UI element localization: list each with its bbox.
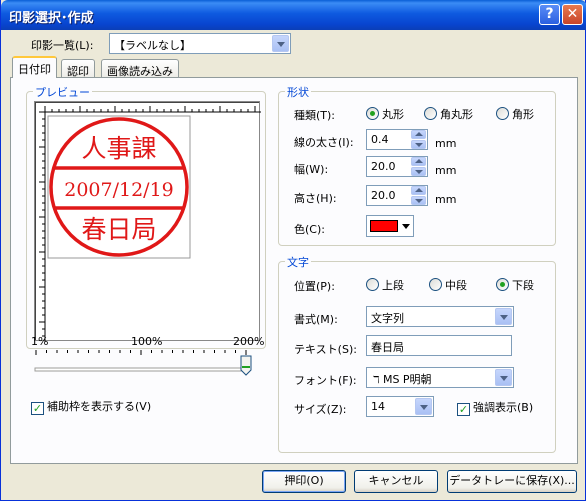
preview-drawing: 人事課 2007/12/19 春日局 — [39, 106, 261, 342]
stamp-date-text: 2007/12/19 — [64, 179, 174, 201]
height-label: 高さ(H): — [294, 192, 337, 205]
dialog-window: 印影選択･作成 ? ✕ 印影一覧(L): 【ラベルなし】 日付印 認印 画像読み… — [0, 0, 586, 501]
width-spinner[interactable]: 20.0 — [366, 156, 428, 177]
spinner-arrows[interactable] — [411, 157, 427, 176]
font-label: フォント(F): — [294, 374, 357, 387]
chevron-down-icon — [402, 224, 410, 229]
height-spinner[interactable]: 20.0 — [366, 185, 428, 206]
close-button[interactable]: ✕ — [562, 4, 583, 25]
spinner-arrows[interactable] — [411, 186, 427, 205]
position-label: 位置(P): — [294, 280, 335, 293]
line-width-label: 線の太さ(I): — [294, 136, 354, 149]
checkmark-icon: ✓ — [31, 402, 44, 415]
format-value: 文字列 — [371, 312, 404, 325]
stamp-bottom-text: 春日局 — [81, 215, 156, 244]
color-picker[interactable] — [366, 215, 414, 237]
width-value: 20.0 — [371, 160, 396, 173]
chevron-down-icon[interactable] — [495, 308, 512, 325]
size-combo[interactable]: 14 — [366, 396, 434, 417]
width-unit: mm — [435, 164, 457, 177]
format-combo[interactable]: 文字列 — [366, 306, 514, 327]
stamp-impression: 人事課 2007/12/19 春日局 — [49, 117, 189, 257]
line-width-unit: mm — [435, 137, 457, 150]
title-bar[interactable]: 印影選択･作成 ? ✕ — [1, 0, 586, 30]
zoom-label-max: 200% — [233, 335, 265, 348]
zoom-label-min: 1% — [31, 335, 49, 348]
radio-label: 下段 — [512, 279, 534, 292]
preview-group-title: プレビュー — [33, 84, 92, 100]
spinner-arrows[interactable] — [411, 130, 427, 149]
bold-label: 強調表示(B) — [473, 401, 534, 414]
truetype-icon: ℸ — [373, 375, 380, 386]
size-value: 14 — [371, 400, 385, 413]
text-label: テキスト(S): — [294, 343, 357, 356]
preview-canvas: 人事課 2007/12/19 春日局 — [34, 101, 261, 342]
button-label: 押印(O) — [284, 474, 324, 487]
radio-label: 角形 — [512, 108, 534, 121]
font-combo[interactable]: ℸ MS P明朝 — [366, 367, 514, 388]
zoom-slider[interactable] — [31, 350, 261, 380]
radio-label: 中段 — [445, 279, 467, 292]
zoom-slider-thumb — [240, 355, 252, 376]
bold-checkbox[interactable]: ✓ 強調表示(B) — [457, 399, 533, 416]
radio-dot — [366, 278, 379, 291]
position-radio-bottom[interactable]: 下段 — [496, 277, 534, 293]
checkmark-icon: ✓ — [457, 403, 470, 416]
text-input-value: 春日局 — [371, 341, 404, 354]
stamp-list-combo[interactable]: 【ラベルなし】 — [109, 33, 291, 54]
text-input[interactable]: 春日局 — [366, 335, 512, 356]
tab-page: プレビュー 人事課 2007/12/19 春日局 1% 100% 200% ✓ … — [10, 77, 578, 464]
shape-group-title: 形状 — [285, 84, 311, 100]
stamp-top-text: 人事課 — [81, 134, 156, 163]
chevron-down-icon[interactable] — [272, 35, 289, 52]
tab-label: 日付印 — [18, 63, 51, 76]
chevron-down-icon[interactable] — [415, 398, 432, 415]
format-label: 書式(M): — [294, 313, 338, 326]
stamp-list-label: 印影一覧(L): — [31, 39, 94, 52]
shape-radio-square[interactable]: 角形 — [496, 106, 534, 122]
button-label: データトレーに保存(X)... — [449, 474, 575, 487]
line-width-spinner[interactable]: 0.4 — [366, 129, 428, 150]
stamp-list-value: 【ラベルなし】 — [114, 39, 191, 52]
radio-dot — [366, 107, 379, 120]
radio-dot — [496, 278, 509, 291]
radio-label: 丸形 — [382, 108, 404, 121]
chevron-down-icon[interactable] — [495, 369, 512, 386]
radio-label: 角丸形 — [440, 108, 473, 121]
position-radio-top[interactable]: 上段 — [366, 277, 404, 293]
show-guides-checkbox[interactable]: ✓ 補助枠を表示する(V) — [31, 398, 151, 415]
tab-approval-stamp[interactable]: 認印 — [61, 59, 95, 78]
cancel-button[interactable]: キャンセル — [354, 470, 438, 493]
text-group-title: 文字 — [285, 254, 311, 270]
show-guides-label: 補助枠を表示する(V) — [47, 400, 152, 413]
position-radio-middle[interactable]: 中段 — [429, 277, 467, 293]
radio-dot — [424, 107, 437, 120]
line-width-value: 0.4 — [371, 133, 389, 146]
color-label: 色(C): — [294, 223, 325, 236]
zoom-label-mid: 100% — [131, 335, 163, 348]
shape-radio-round[interactable]: 丸形 — [366, 106, 404, 122]
font-value: MS P明朝 — [382, 373, 432, 386]
color-swatch — [370, 220, 398, 232]
height-value: 20.0 — [371, 189, 396, 202]
shape-type-label: 種類(T): — [294, 109, 336, 122]
button-label: キャンセル — [368, 474, 424, 487]
font-value-wrap: ℸ MS P明朝 — [373, 371, 432, 387]
width-label: 幅(W): — [294, 163, 329, 176]
radio-dot — [496, 107, 509, 120]
shape-radio-rounded-square[interactable]: 角丸形 — [424, 106, 473, 122]
save-to-tray-button[interactable]: データトレーに保存(X)... — [447, 470, 577, 493]
window-title: 印影選択･作成 — [9, 11, 94, 26]
size-label: サイズ(Z): — [294, 403, 347, 416]
tab-date-stamp[interactable]: 日付印 — [12, 56, 57, 78]
stamp-ok-button[interactable]: 押印(O) — [262, 470, 346, 493]
help-button[interactable]: ? — [539, 4, 560, 25]
radio-label: 上段 — [382, 279, 404, 292]
height-unit: mm — [435, 193, 457, 206]
radio-dot — [429, 278, 442, 291]
tab-image-import[interactable]: 画像読み込み — [101, 59, 179, 78]
